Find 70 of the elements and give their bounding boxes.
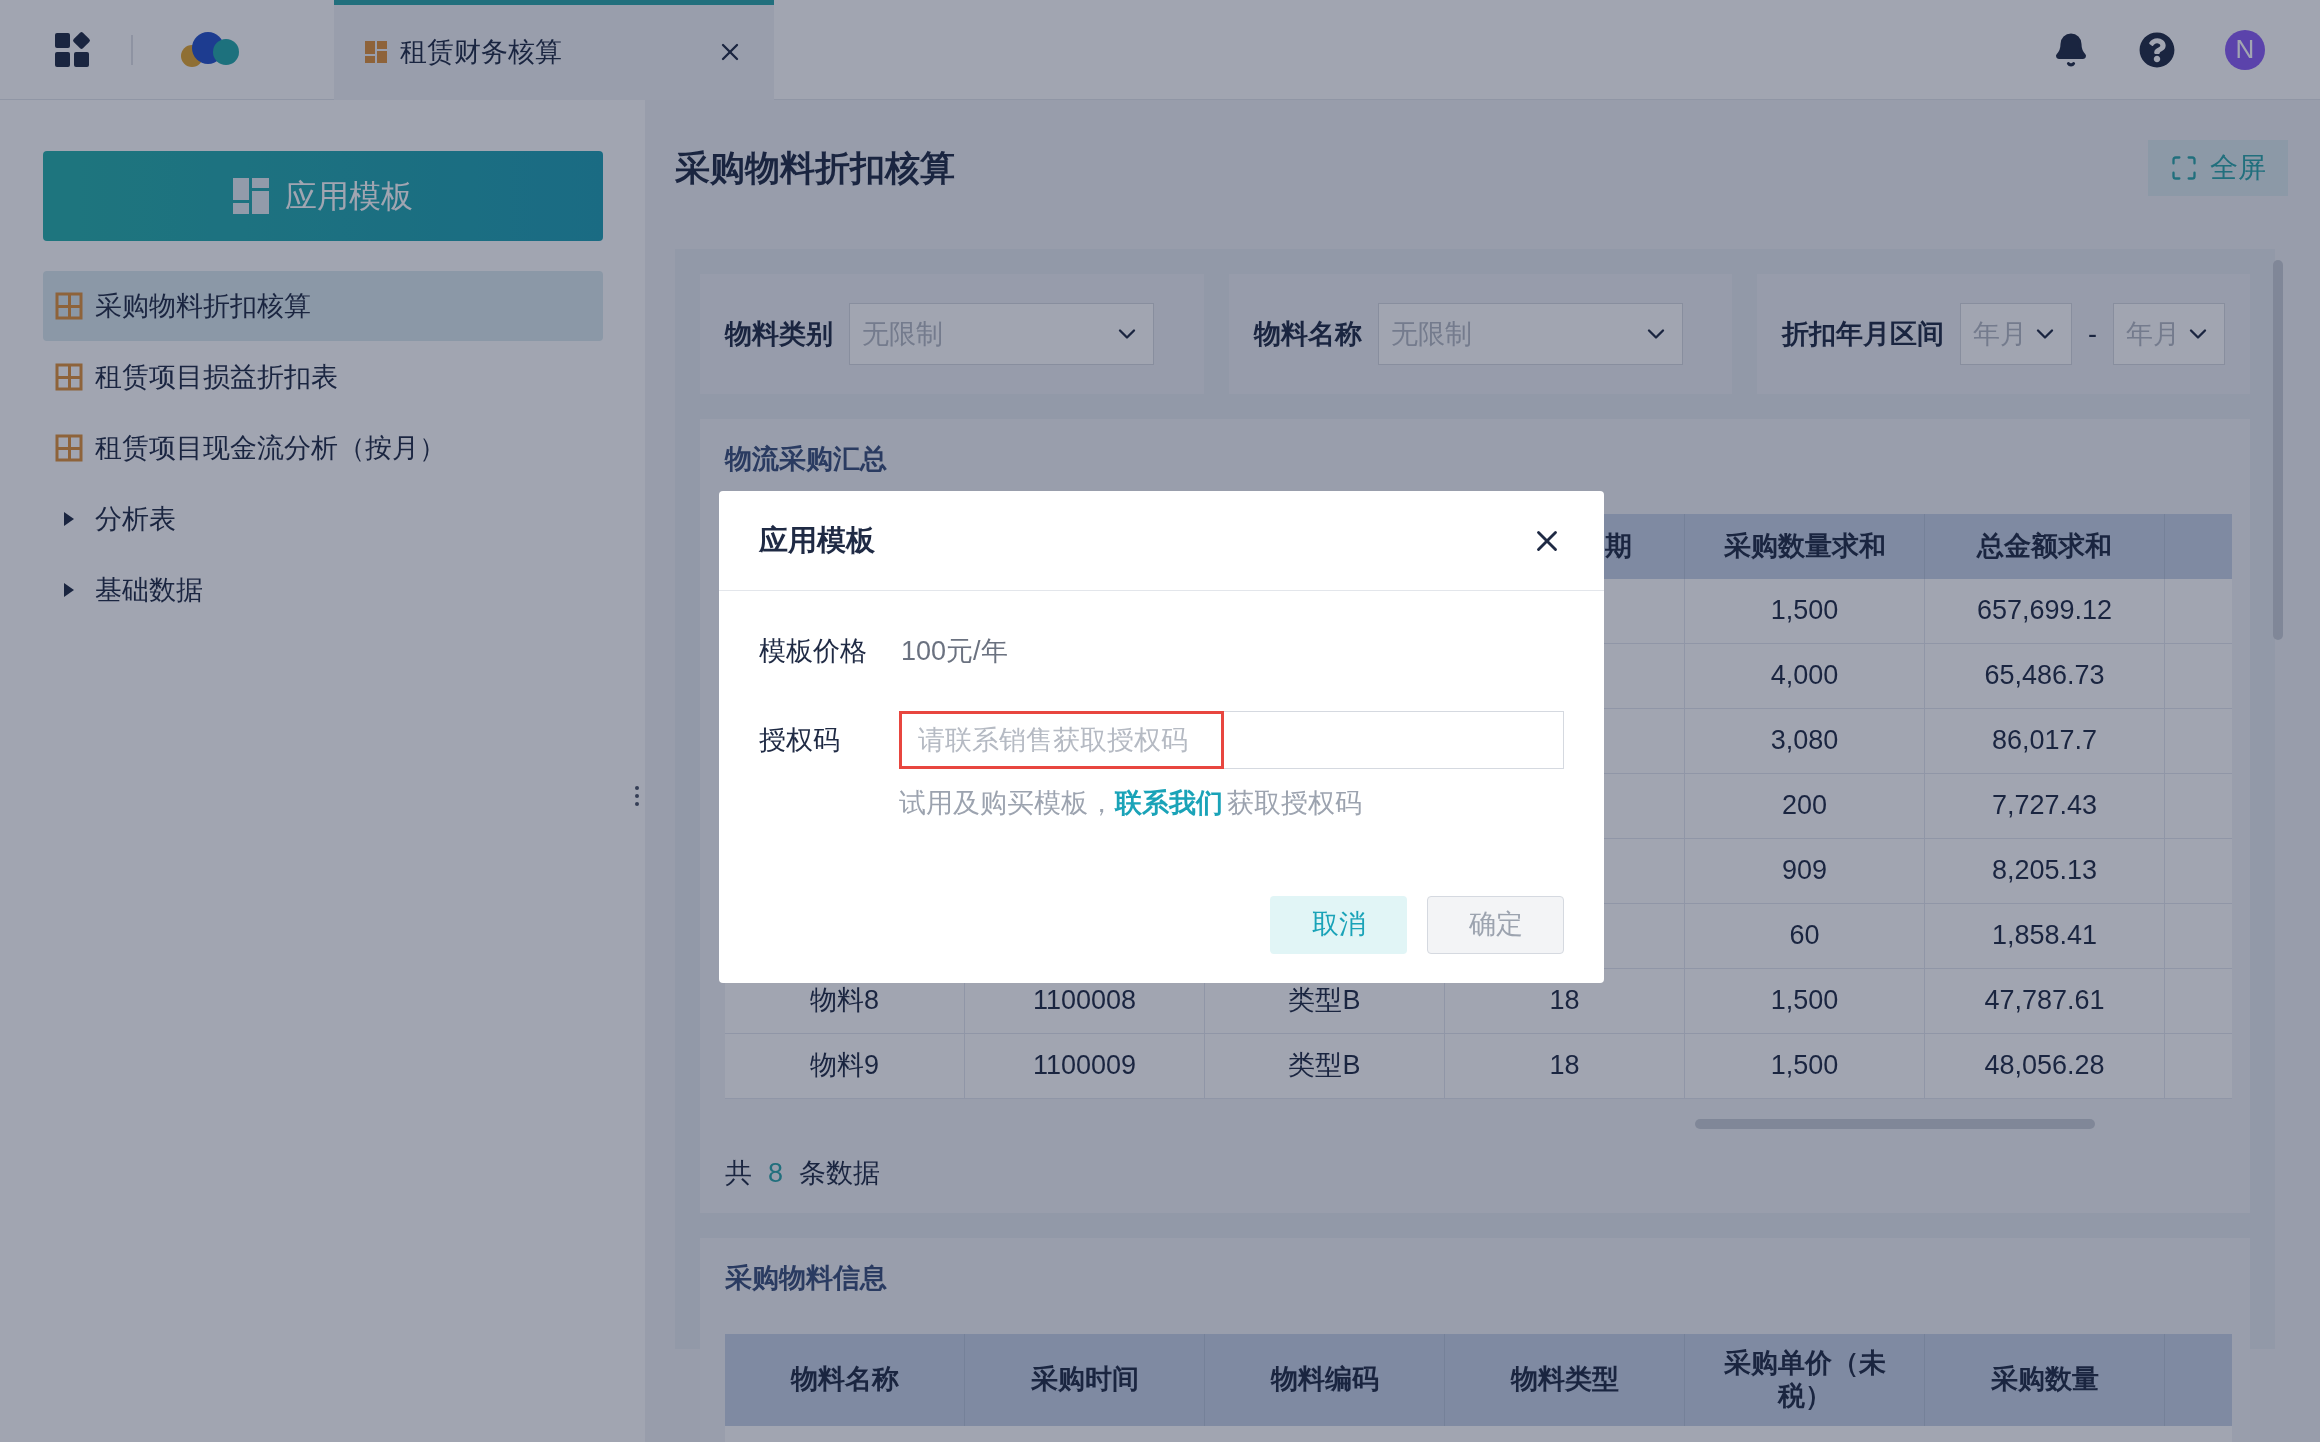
column-header: 采购数量求和 (1685, 513, 1925, 579)
hint-text: 试用及购买模板， (899, 787, 1115, 820)
range-separator: - (2088, 317, 2097, 351)
field-label: 模板价格 (759, 634, 868, 668)
sidebar-item[interactable]: 租赁项目现金流分析（按月） (43, 413, 603, 483)
field-label: 授权码 (759, 723, 841, 757)
sidebar-item[interactable]: 采购物料折扣核算 (43, 271, 603, 341)
caret-icon (64, 512, 74, 526)
fullscreen-button[interactable]: 全屏 (2148, 140, 2288, 196)
resize-handle-icon[interactable] (634, 785, 640, 807)
tab-label: 租赁财务核算 (400, 35, 562, 69)
table-cell: 3,080 (1685, 708, 1925, 774)
total-count: 8 (768, 1156, 784, 1190)
sidebar-item[interactable]: 基础数据 (43, 555, 603, 625)
apply-template-button[interactable]: 应用模板 (43, 151, 603, 241)
table-cell: 65,486.73 (1925, 643, 2165, 709)
table-cell: 657,699.12 (1925, 578, 2165, 644)
table-cell: 909 (1685, 838, 1925, 904)
report-icon (55, 434, 83, 462)
sidebar-item[interactable]: 租赁项目损益折扣表 (43, 342, 603, 412)
table-cell: 18 (1445, 1033, 1685, 1099)
table-cell: 8,205.13 (1925, 838, 2165, 904)
fullscreen-icon (2170, 154, 2198, 182)
cancel-button[interactable]: 取消 (1270, 895, 1407, 954)
column-header: 物料编码 (1205, 1333, 1445, 1426)
report-icon (55, 292, 83, 320)
vertical-scrollbar[interactable] (2273, 260, 2283, 640)
total-prefix: 共 (725, 1156, 752, 1190)
column-header: 采购时间 (965, 1333, 1205, 1426)
sidebar-item[interactable]: 分析表 (43, 484, 603, 554)
report-icon (55, 363, 83, 391)
column-header: 物料名称 (725, 1333, 965, 1426)
horizontal-scrollbar[interactable] (1695, 1118, 2095, 1129)
table-cell: 1,500 (1685, 1033, 1925, 1099)
table-cell: 48,056.28 (1925, 1033, 2165, 1099)
apps-icon[interactable] (53, 30, 91, 69)
total-suffix: 条数据 (799, 1156, 881, 1190)
filter-label: 物料名称 (1253, 317, 1362, 351)
table-cell: 47,787.61 (1925, 968, 2165, 1034)
contact-us-link[interactable]: 联系我们 (1115, 783, 1223, 824)
table-cell: 1100009 (965, 1033, 1205, 1099)
page-title: 采购物料折扣核算 (675, 146, 955, 189)
column-header: 采购数量 (1925, 1333, 2165, 1426)
template-icon (364, 40, 388, 64)
section-title: 采购物料信息 (725, 1262, 888, 1295)
table-cell: 7,727.43 (1925, 773, 2165, 839)
section-title: 物流采购汇总 (725, 443, 888, 476)
user-avatar[interactable]: N (2225, 29, 2265, 70)
table-cell: 1,500 (1685, 968, 1925, 1034)
filter-label: 物料类别 (725, 317, 833, 351)
column-header: 总金额求和 (1925, 513, 2165, 579)
document-tab[interactable]: 租赁财务核算 (334, 0, 774, 100)
table-cell: 4,000 (1685, 643, 1925, 709)
table-cell: 类型B (1205, 1033, 1445, 1099)
hint-text: 获取授权码 (1227, 787, 1362, 820)
dialog-title: 应用模板 (759, 522, 875, 558)
price-value: 100元/年 (901, 634, 1008, 668)
table-cell: 物料9 (725, 1033, 965, 1099)
column-header: 采购单价（未税） (1685, 1333, 1925, 1426)
table-cell: 60 (1685, 903, 1925, 969)
table-cell: 1,500 (1685, 578, 1925, 644)
caret-icon (64, 583, 74, 597)
notification-bell-icon[interactable] (2053, 31, 2089, 68)
table-cell: 1,858.41 (1925, 903, 2165, 969)
table-cell: 200 (1685, 773, 1925, 839)
column-header: 物料类型 (1445, 1333, 1685, 1426)
help-icon[interactable] (2139, 31, 2175, 68)
template-icon (233, 178, 269, 214)
table-cell: 86,017.7 (1925, 708, 2165, 774)
filter-label: 折扣年月区间 (1782, 317, 1944, 351)
